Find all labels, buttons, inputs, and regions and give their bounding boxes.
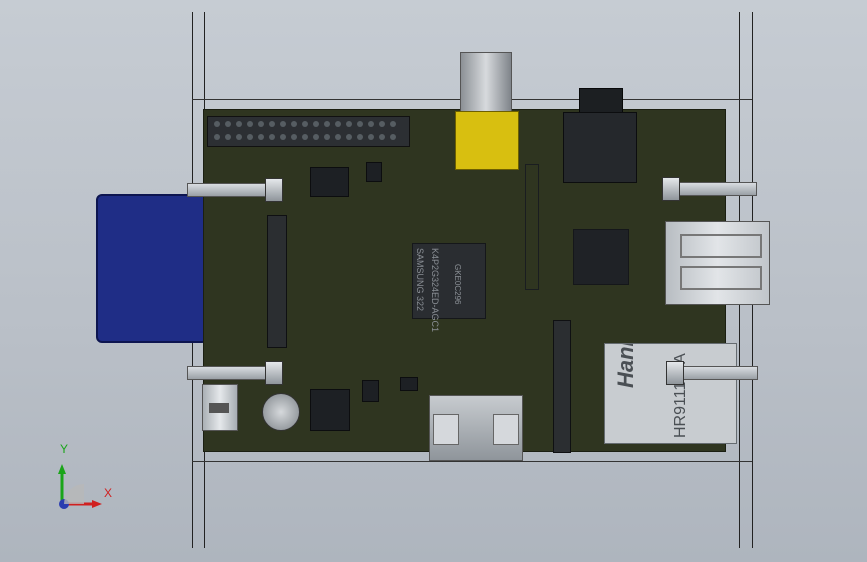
ethernet-brand-label: HanRun xyxy=(613,343,638,388)
nut-bottom-left xyxy=(265,361,283,385)
x-axis-label: X xyxy=(104,486,113,500)
audio-jack-base xyxy=(563,112,637,183)
regulator-top xyxy=(310,167,349,197)
micro-usb-port xyxy=(202,384,238,431)
bolt-bottom-left xyxy=(187,366,269,380)
chip-line-3: GKE0C296 xyxy=(453,264,462,305)
rca-yellow-base xyxy=(455,111,519,170)
nut-bottom-right xyxy=(666,361,684,385)
usb-port xyxy=(665,221,770,305)
audio-jack-top xyxy=(579,88,623,113)
rca-connector-body xyxy=(460,52,512,112)
bottom-frame-line xyxy=(192,461,752,462)
lan-controller-chip xyxy=(573,229,629,285)
ethernet-jack: HanRun HR911105A xyxy=(604,343,737,444)
bolt-top-left xyxy=(187,183,269,197)
y-axis-label: Y xyxy=(60,442,69,456)
ram-soc-chip: SAMSUNG 322 K4P2G324ED-AGC1 GKE0C296 xyxy=(412,243,486,332)
regulator-bottom xyxy=(310,389,350,431)
capacitor xyxy=(262,393,300,431)
display-connector xyxy=(267,215,287,348)
chip-line-2: K4P2G324ED-AGC1 xyxy=(430,248,440,333)
small-part-3 xyxy=(400,377,418,391)
small-part-2 xyxy=(362,380,379,402)
bolt-bottom-right xyxy=(682,366,758,380)
sd-card xyxy=(96,194,208,343)
small-part-1 xyxy=(366,162,382,182)
bolt-top-right xyxy=(675,182,757,196)
axes-origin xyxy=(58,462,102,509)
hdmi-connector xyxy=(429,395,523,461)
nut-top-left xyxy=(265,178,283,202)
component-strip xyxy=(525,164,539,290)
chip-line-1: SAMSUNG 322 xyxy=(415,248,425,312)
camera-connector xyxy=(553,320,571,453)
nut-top-right xyxy=(662,177,680,201)
gpio-header xyxy=(207,116,410,147)
